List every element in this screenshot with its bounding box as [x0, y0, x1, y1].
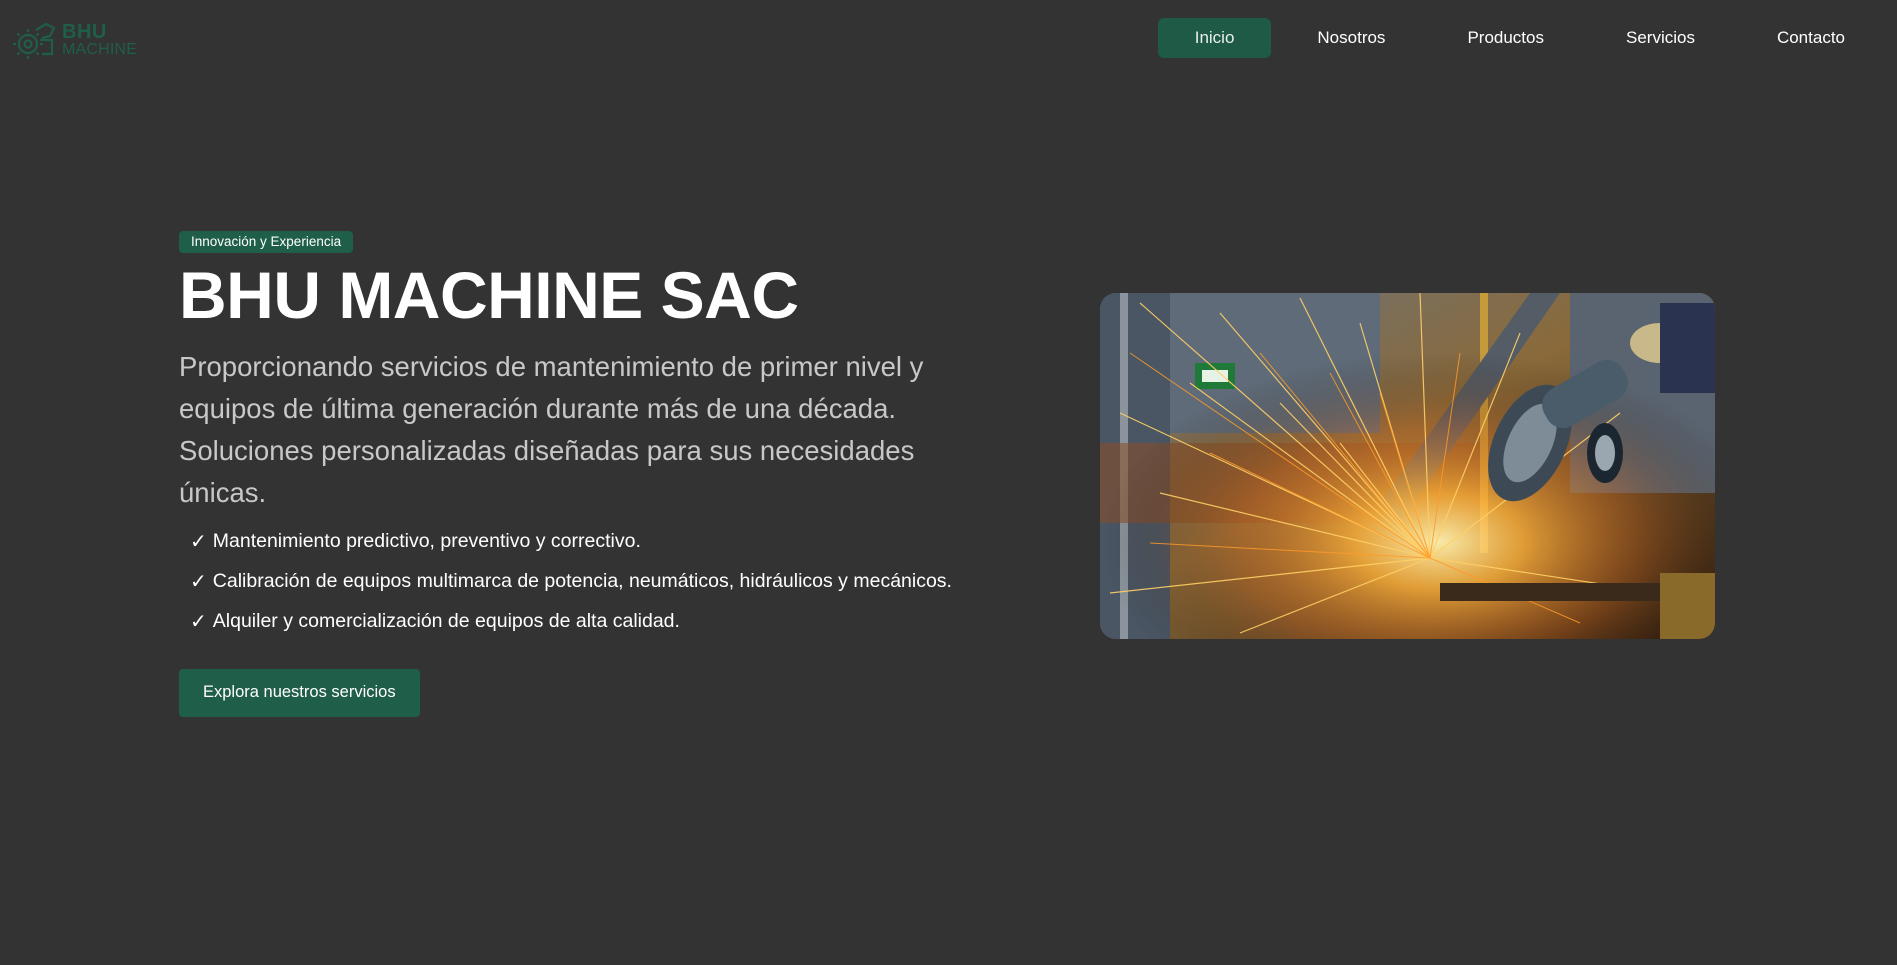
check-icon: ✓ [190, 531, 207, 554]
nav-item-contacto[interactable]: Contacto [1741, 18, 1881, 58]
nav-item-servicios[interactable]: Servicios [1590, 18, 1731, 58]
feature-text: Calibración de equipos multimarca de pot… [212, 570, 952, 593]
main-nav: Inicio Nosotros Productos Servicios Cont… [1157, 18, 1881, 58]
check-icon: ✓ [190, 571, 207, 594]
feature-item: ✓ Alquiler y comercialización de equipos… [179, 602, 1019, 642]
hero-badge: Innovación y Experiencia [179, 231, 354, 253]
hero-description: Proporcionando servicios de mantenimient… [179, 350, 924, 508]
feature-item: ✓ Mantenimiento predictivo, preventivo y… [179, 522, 1019, 562]
nav-item-nosotros[interactable]: Nosotros [1281, 18, 1421, 58]
feature-text: Mantenimiento predictivo, preventivo y c… [212, 530, 641, 553]
page: BHU MACHINE Inicio Nosotros Productos Se… [0, 0, 1897, 965]
feature-list: ✓ Mantenimiento predictivo, preventivo y… [179, 522, 1019, 642]
logo-text-line1: BHU [62, 21, 107, 43]
feature-item: ✓ Calibración de equipos multimarca de p… [179, 562, 1019, 602]
logo-text-line2: MACHINE [62, 41, 138, 58]
machine-gear-icon [13, 22, 56, 59]
nav-item-inicio[interactable]: Inicio [1157, 18, 1272, 58]
logo[interactable]: BHU MACHINE [10, 20, 137, 60]
angle-grinder-sparks-photo [1100, 293, 1715, 639]
feature-text: Alquiler y comercialización de equipos d… [212, 610, 680, 633]
explore-services-button[interactable]: Explora nuestros servicios [179, 668, 420, 717]
hero-title: BHU MACHINE SAC [179, 258, 799, 332]
hero-image [1100, 293, 1715, 639]
nav-item-productos[interactable]: Productos [1431, 18, 1580, 58]
check-icon: ✓ [190, 611, 207, 634]
hero-content: Innovación y Experiencia BHU MACHINE SAC… [179, 231, 1019, 717]
